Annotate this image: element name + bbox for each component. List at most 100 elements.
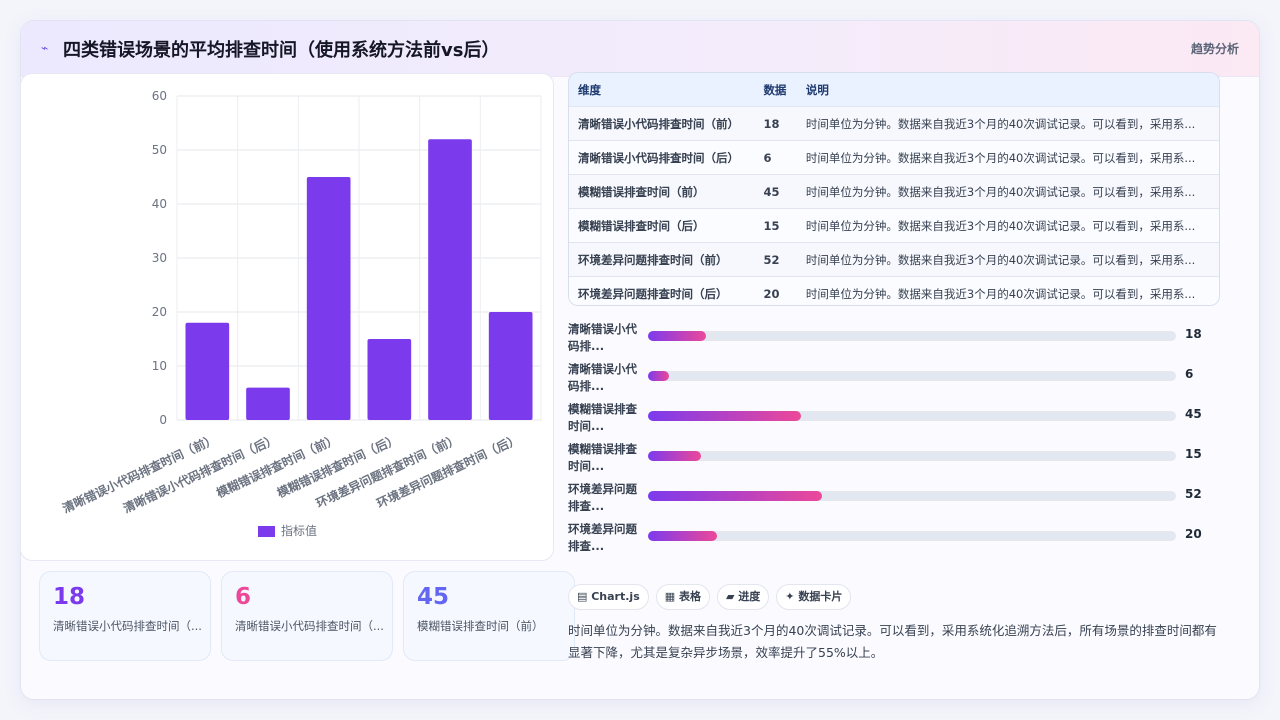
table-header-cell[interactable]: 说明: [796, 73, 1219, 107]
kpi-label: 清晰错误小代码排查时间（...: [235, 619, 384, 633]
table-cell: 环境差异问题排查时间（前）: [569, 242, 755, 277]
table-cell: 时间单位为分钟。数据来自我近3个月的40次调试记录。可以看到，采用系...: [796, 242, 1219, 277]
bar-6: [488, 312, 533, 420]
progress-value: 6: [1185, 367, 1194, 381]
progress-row: 环境差异问题排查... 52: [568, 481, 1218, 517]
legend-swatch: [258, 526, 275, 537]
progress-fill: [648, 451, 701, 461]
chip-label: 进度: [738, 590, 761, 603]
chip-sparkle[interactable]: ✦ 数据卡片: [776, 584, 852, 610]
trend-analysis-tag[interactable]: 趋势分析: [1191, 40, 1239, 57]
progress-label: 清晰错误小代码排...: [568, 362, 637, 393]
y-tick-label: 60: [152, 89, 167, 103]
progress-icon: ▰: [725, 590, 739, 603]
y-tick-label: 50: [152, 143, 167, 157]
chip-row: ▤ Chart.js ▦ 表格 ▰ 进度 ✦ 数据卡片: [568, 584, 858, 610]
progress-track: [648, 451, 1176, 461]
chip-table[interactable]: ▦ 表格: [655, 584, 710, 610]
table-cell: 时间单位为分钟。数据来自我近3个月的40次调试记录。可以看到，采用系...: [796, 208, 1219, 243]
chip-progress[interactable]: ▰ 进度: [716, 584, 770, 610]
header-bar: ⌁ 四类错误场景的平均排查时间（使用系统方法前vs后） 趋势分析: [21, 21, 1259, 77]
table-row: 清晰错误小代码排查时间（后） 6 时间单位为分钟。数据来自我近3个月的40次调试记录…: [569, 140, 1219, 175]
progress-track: [648, 531, 1176, 541]
table-cell: 时间单位为分钟。数据来自我近3个月的40次调试记录。可以看到，采用系...: [796, 106, 1219, 141]
progress-row: 模糊错误排查时间... 45: [568, 401, 1218, 437]
table-header-cell[interactable]: 数据: [754, 73, 797, 107]
bar-chart-panel: 0 10 20 30 40 50 60 清晰错误小代码排查时间（前） 清晰错误小代码排查时间（后…: [20, 73, 554, 561]
bar-2: [246, 387, 290, 420]
data-table: 维度 数据 说明 清晰错误小代码排查时间（前） 18 时间单位为分钟。数据来自我近3个月…: [568, 72, 1220, 306]
table-cell: 时间单位为分钟。数据来自我近3个月的40次调试记录。可以看到，采用系...: [796, 140, 1219, 175]
table-cell: 时间单位为分钟。数据来自我近3个月的40次调试记录。可以看到，采用系...: [796, 276, 1219, 305]
progress-value: 45: [1185, 407, 1202, 421]
table-cell: 环境差异问题排查时间（后）: [569, 276, 755, 305]
chip-label: Chart.js: [591, 590, 640, 603]
table-icon: ▦: [664, 590, 679, 603]
table-row: 环境差异问题排查时间（前） 52 时间单位为分钟。数据来自我近3个月的40次调试记录…: [569, 242, 1219, 277]
chip-label: 表格: [678, 590, 701, 603]
chip-chart[interactable]: ▤ Chart.js: [568, 584, 649, 610]
progress-value: 20: [1185, 527, 1202, 541]
page-title: 四类错误场景的平均排查时间（使用系统方法前vs后）: [63, 40, 500, 61]
table-row: 模糊错误排查时间（前） 45 时间单位为分钟。数据来自我近3个月的40次调试记录。可…: [569, 174, 1219, 209]
kpi-card: 6 清晰错误小代码排查时间（...: [221, 571, 393, 661]
table-header-row: 维度 数据 说明: [569, 73, 1219, 107]
legend-label: 指标值: [281, 523, 317, 538]
bar-3: [306, 177, 351, 420]
kpi-card: 18 清晰错误小代码排查时间（...: [39, 571, 211, 661]
y-tick-label: 0: [159, 413, 167, 427]
table-cell: 6: [754, 140, 797, 175]
bar-5: [428, 139, 472, 420]
table-cell: 模糊错误排查时间（前）: [569, 174, 755, 209]
trend-line-icon: ⌁: [41, 41, 49, 55]
bar-1: [185, 322, 230, 420]
table-cell: 清晰错误小代码排查时间（前）: [569, 106, 755, 141]
table-cell: 20: [754, 276, 797, 305]
progress-value: 52: [1185, 487, 1202, 501]
kpi-label: 模糊错误排查时间（前）: [417, 619, 544, 633]
table-row: 模糊错误排查时间（后） 15 时间单位为分钟。数据来自我近3个月的40次调试记录。可…: [569, 208, 1219, 243]
progress-fill: [648, 411, 802, 421]
table-cell: 15: [754, 208, 797, 243]
progress-track: [648, 491, 1176, 501]
progress-fill: [648, 371, 670, 381]
progress-track: [648, 411, 1176, 421]
kpi-value: 6: [235, 584, 252, 610]
table-cell: 时间单位为分钟。数据来自我近3个月的40次调试记录。可以看到，采用系...: [796, 174, 1219, 209]
kpi-label: 清晰错误小代码排查时间（...: [53, 619, 202, 633]
progress-row: 清晰错误小代码排... 18: [568, 321, 1218, 357]
progress-fill: [648, 331, 707, 341]
progress-row: 清晰错误小代码排... 6: [568, 361, 1218, 397]
progress-label: 模糊错误排查时间...: [568, 442, 637, 473]
table-cell: 45: [754, 174, 797, 209]
progress-label: 模糊错误排查时间...: [568, 402, 637, 433]
progress-row: 环境差异问题排查... 20: [568, 521, 1218, 557]
progress-track: [648, 331, 1176, 341]
progress-fill: [648, 531, 717, 541]
kpi-value: 18: [53, 584, 86, 610]
y-tick-label: 20: [152, 305, 167, 319]
y-tick-label: 10: [152, 359, 167, 373]
sparkle-icon: ✦: [785, 590, 799, 603]
kpi-card: 45 模糊错误排查时间（前）: [403, 571, 575, 661]
table-header-cell[interactable]: 维度: [569, 73, 755, 107]
progress-label: 环境差异问题排查...: [568, 522, 637, 553]
progress-value: 15: [1185, 447, 1202, 461]
bar-4: [367, 339, 412, 420]
table-cell: 清晰错误小代码排查时间（后）: [569, 140, 755, 175]
chip-label: 数据卡片: [798, 590, 843, 603]
chart-icon: ▤: [577, 590, 592, 603]
summary-note: 时间单位为分钟。数据来自我近3个月的40次调试记录。可以看到，采用系统化追溯方法…: [568, 623, 1217, 660]
table-cell: 18: [754, 106, 797, 141]
table-cell: 模糊错误排查时间（后）: [569, 208, 755, 243]
progress-label: 清晰错误小代码排...: [568, 322, 637, 353]
progress-track: [648, 371, 1176, 381]
y-tick-label: 40: [152, 197, 167, 211]
progress-row: 模糊错误排查时间... 15: [568, 441, 1218, 477]
table-row: 清晰错误小代码排查时间（前） 18 时间单位为分钟。数据来自我近3个月的40次调试记…: [569, 106, 1219, 141]
kpi-value: 45: [417, 584, 450, 610]
progress-value: 18: [1185, 327, 1202, 341]
y-tick-label: 30: [152, 251, 167, 265]
table-row: 环境差异问题排查时间（后） 20 时间单位为分钟。数据来自我近3个月的40次调试记录…: [569, 276, 1219, 305]
bar-chart: 0102030405060清晰错误小代码排查时间（前）清晰错误小代码排查时间（后…: [60, 89, 542, 538]
